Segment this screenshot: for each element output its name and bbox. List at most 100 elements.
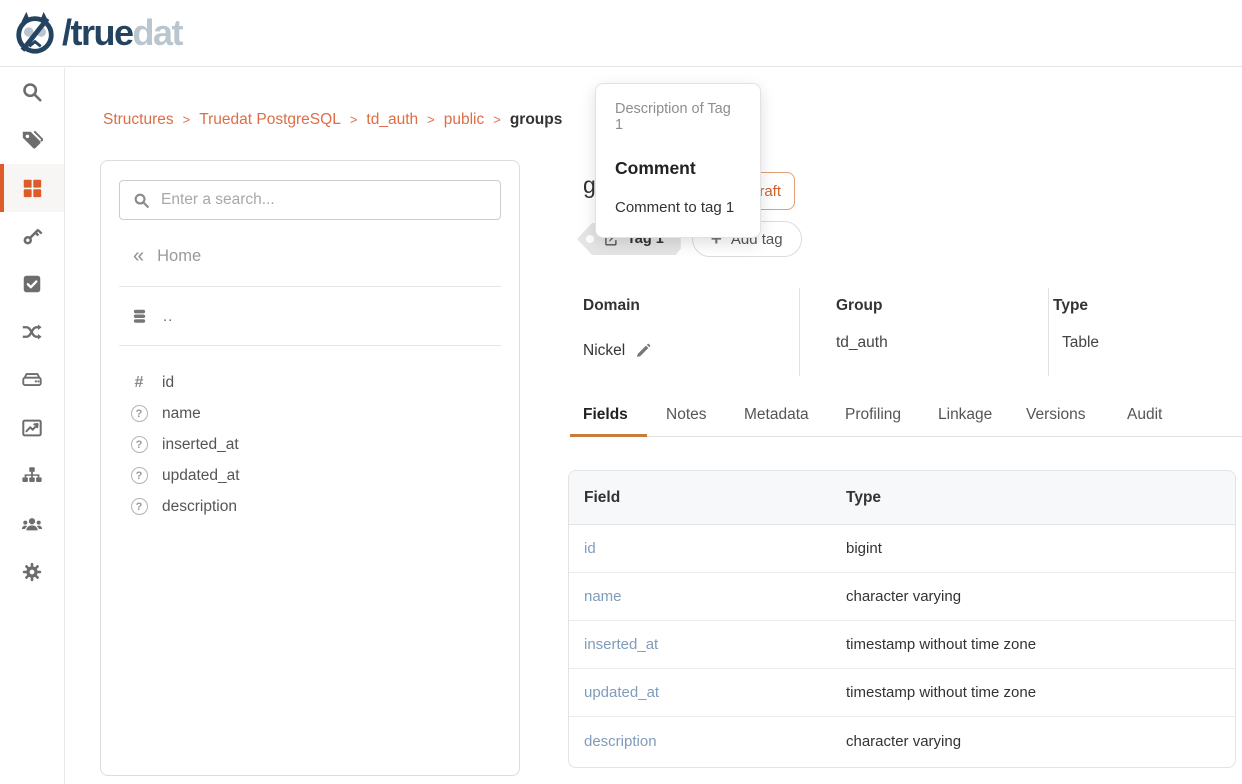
tag-comment-body: Comment to tag 1 [615,199,741,216]
search-icon [21,81,43,103]
question-icon: ? [130,436,148,453]
breadcrumb-link-schema[interactable]: public [444,111,485,128]
field-list-item-updated-at[interactable]: ? updated_at [101,460,519,491]
sidebar-item-permissions[interactable] [0,212,64,260]
field-link[interactable]: description [569,733,846,750]
divider [1048,288,1049,376]
divider [799,288,800,376]
search-icon [133,192,150,209]
field-type: bigint [846,540,1235,557]
hash-icon: # [130,374,148,392]
breadcrumb-link-system[interactable]: Truedat PostgreSQL [199,111,341,128]
field-list-label: inserted_at [162,436,239,454]
field-list-item-id[interactable]: # id [101,367,519,398]
breadcrumb-link-database[interactable]: td_auth [366,111,418,128]
users-icon [21,513,43,535]
question-icon: ? [130,498,148,515]
browser-home-link[interactable]: « Home [133,246,519,266]
table-row: id bigint [569,525,1235,573]
sidebar-item-systems[interactable] [0,356,64,404]
field-link[interactable]: name [569,588,846,605]
home-label: Home [157,247,201,266]
divider [119,286,501,287]
sidebar-item-tags[interactable] [0,116,64,164]
field-type: timestamp without time zone [846,636,1235,653]
tag-description: Description of Tag 1 [615,101,741,133]
table-row: description character varying [569,717,1235,765]
table-row: updated_at timestamp without time zone [569,669,1235,717]
structure-search-box[interactable] [119,180,501,220]
sidebar-item-settings[interactable] [0,548,64,596]
field-list-item-inserted-at[interactable]: ? inserted_at [101,429,519,460]
tab-audit[interactable]: Audit [1127,406,1162,424]
active-tab-underline [570,434,647,437]
type-label: Type [1053,297,1088,315]
top-header: /truedat [0,0,1242,67]
breadcrumb-separator: > [427,112,435,127]
tab-notes[interactable]: Notes [666,406,707,424]
field-list-item-name[interactable]: ? name [101,398,519,429]
browser-parent-item[interactable]: .. [131,308,519,325]
domain-label: Domain [583,297,640,315]
field-link[interactable]: id [569,540,846,557]
sidebar-item-quality[interactable] [0,260,64,308]
tab-linkage[interactable]: Linkage [938,406,992,424]
truedat-logo[interactable]: /truedat [12,10,182,56]
table-row: name character varying [569,573,1235,621]
gear-icon [21,561,43,583]
breadcrumb-separator: > [183,112,191,127]
check-square-icon [21,273,43,295]
tag-comment-heading: Comment [615,158,741,179]
sidebar-item-users[interactable] [0,500,64,548]
breadcrumb-separator: > [350,112,358,127]
collapse-chevrons-icon: « [133,246,142,266]
question-icon: ? [130,405,148,422]
field-link[interactable]: inserted_at [569,636,846,653]
key-icon [21,225,43,247]
breadcrumb-current: groups [510,111,563,128]
sidebar-item-dashboards[interactable] [0,404,64,452]
sitemap-icon [21,465,43,487]
sidebar-item-structures[interactable] [0,164,64,212]
grid-icon [21,177,43,199]
sidebar-item-lineage[interactable] [0,308,64,356]
fields-table-header: Field Type [569,471,1235,525]
breadcrumb: Structures > Truedat PostgreSQL > td_auth > pu… [103,111,562,129]
tab-fields[interactable]: Fields [583,406,628,424]
field-list-label: id [162,374,174,392]
column-header-field: Field [569,489,846,507]
tag-hole [586,235,594,243]
field-link[interactable]: updated_at [569,684,846,701]
sidebar-item-search[interactable] [0,68,64,116]
edit-domain-pencil-icon[interactable] [635,343,651,359]
tags-icon [21,129,43,151]
type-value: Table [1062,334,1099,352]
sidebar-item-taxonomy[interactable] [0,452,64,500]
logo-wordmark: /truedat [62,15,182,51]
field-list-label: name [162,405,201,423]
chart-line-icon [21,417,43,439]
tab-profiling[interactable]: Profiling [845,406,901,424]
owl-logo-icon [12,10,58,56]
drive-icon [21,369,43,391]
column-header-type: Type [846,489,1235,507]
field-type: character varying [846,733,1235,750]
table-row: inserted_at timestamp without time zone [569,621,1235,669]
tag-tooltip-popover: Description of Tag 1 Comment Comment to … [595,83,761,238]
field-list-label: description [162,498,237,516]
field-type: timestamp without time zone [846,684,1235,701]
database-icon [131,308,148,325]
field-type: character varying [846,588,1235,605]
icon-rail [0,68,65,784]
tab-versions[interactable]: Versions [1026,406,1085,424]
breadcrumb-link-structures[interactable]: Structures [103,111,174,128]
structure-browser-panel: « Home .. # id ? name ? inserted_at ? up… [100,160,520,776]
search-input[interactable] [161,191,487,209]
divider [119,345,501,346]
group-label: Group [836,297,883,315]
tabs-baseline [570,436,1242,437]
field-list-item-description[interactable]: ? description [101,491,519,522]
question-icon: ? [130,467,148,484]
shuffle-icon [21,321,43,343]
tab-metadata[interactable]: Metadata [744,406,809,424]
